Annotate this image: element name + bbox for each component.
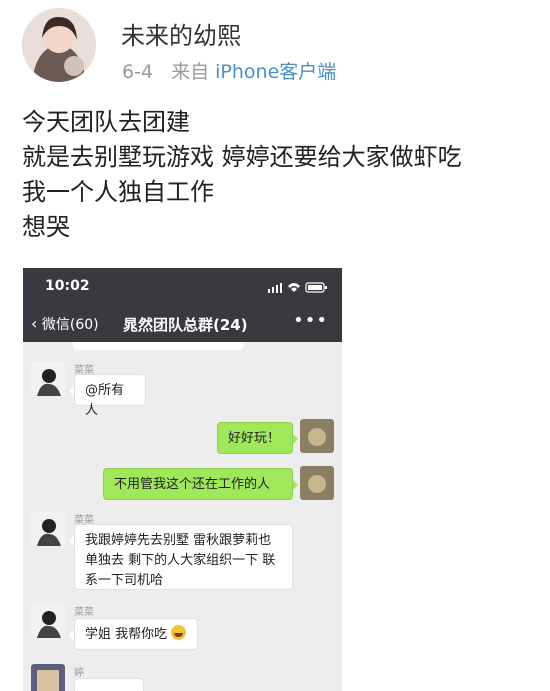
chat-nav-bar: ‹ 微信(60) 晁然团队总群(24) ••• [23, 306, 342, 342]
post-date: 6-4 [122, 61, 154, 83]
user-avatar[interactable] [22, 8, 96, 82]
back-button[interactable]: ‹ 微信(60) [31, 314, 99, 334]
chat-message[interactable]: @所有人 [69, 374, 146, 418]
chat-title: 晁然团队总群(24) [123, 316, 248, 334]
my-chat-message[interactable]: 好好玩！ [217, 422, 298, 454]
my-avatar[interactable] [300, 466, 334, 500]
post-line: 就是去别墅玩游戏 婷婷还要给大家做虾吃 [22, 143, 462, 171]
source-prefix: 来自 [171, 61, 210, 83]
chat-message[interactable] [69, 678, 144, 691]
status-icons [268, 282, 327, 293]
chat-screenshot-image[interactable]: 10:02 ‹ 微信(60) 晁然团队总群(24) ••• 菜菜 @所有人 好好… [23, 268, 342, 691]
sender-avatar[interactable] [31, 604, 65, 638]
user-name[interactable]: 未来的幼熙 [121, 16, 241, 51]
previous-message-bubble [73, 342, 243, 350]
status-time: 10:02 [45, 278, 90, 294]
chat-message-text: 学姐 我帮你吃 [85, 627, 168, 642]
sender-name: 婷 [74, 668, 84, 679]
my-chat-message[interactable]: 不用管我这个还在工作的人 [103, 468, 298, 500]
laughing-emoji-icon [171, 625, 187, 640]
chat-message[interactable]: 我跟婷婷先去别墅 雷秋跟萝莉也单独去 剩下的人大家组织一下 联系一下司机哈 [69, 524, 293, 590]
more-icon[interactable]: ••• [293, 310, 328, 331]
post-text: 今天团队去团建 就是去别墅玩游戏 婷婷还要给大家做虾吃 我一个人独自工作 想哭 [22, 105, 542, 245]
sender-avatar[interactable] [31, 512, 65, 546]
chat-message[interactable]: 学姐 我帮你吃 [69, 618, 198, 650]
sender-avatar[interactable] [31, 664, 65, 691]
post-line: 想哭 [22, 213, 70, 241]
sender-avatar[interactable] [31, 362, 65, 396]
chevron-left-icon: ‹ [31, 314, 38, 333]
back-label: 微信(60) [41, 317, 99, 333]
post-line: 今天团队去团建 [22, 108, 190, 136]
post-meta: 6-4 来自 iPhone客户端 [122, 57, 336, 84]
status-bar: 10:02 [23, 268, 342, 306]
my-avatar[interactable] [300, 419, 334, 453]
sender-name: 菜菜 [74, 607, 94, 618]
client-link[interactable]: iPhone客户端 [215, 61, 336, 83]
post-line: 我一个人独自工作 [22, 178, 214, 206]
